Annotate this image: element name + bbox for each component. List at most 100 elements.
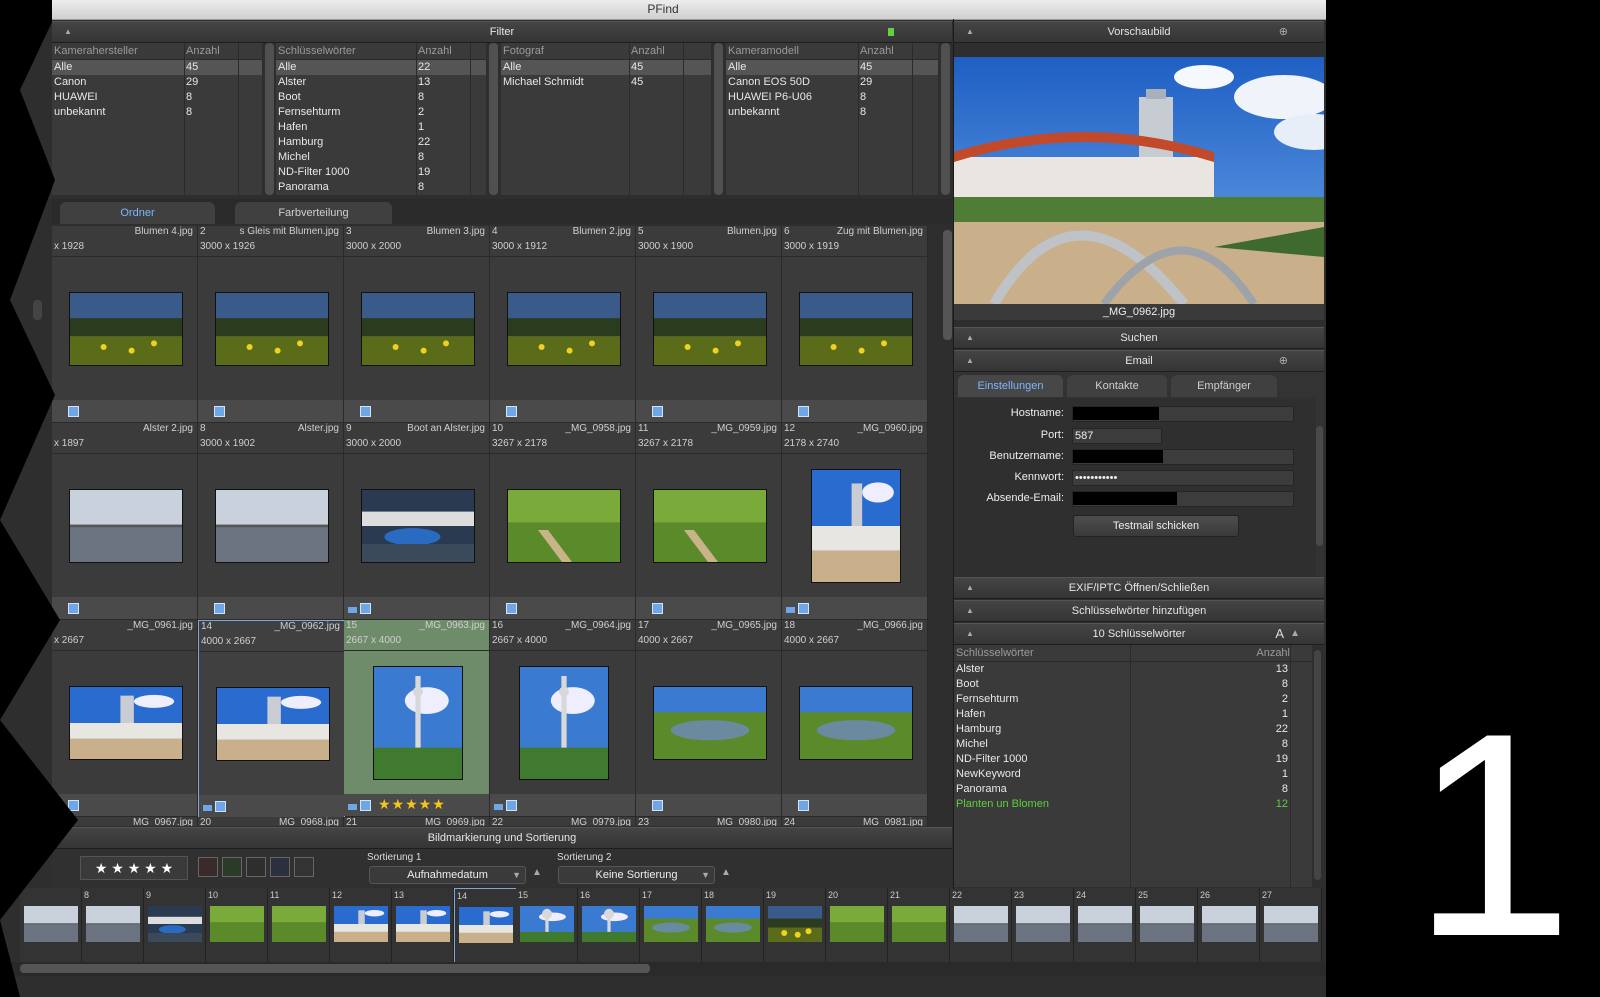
sort-up-icon[interactable]: ▲ xyxy=(1290,624,1300,644)
marking-header[interactable]: Bildmarkierung und Sortierung xyxy=(52,827,952,849)
table-row[interactable]: Boot 8 xyxy=(276,90,486,105)
thumbnail-image[interactable] xyxy=(653,489,767,570)
thumbnail-cell[interactable]: 3 Blumen 3.jpg 3000 x 2000 xyxy=(344,226,490,422)
filmstrip-item[interactable]: 15 xyxy=(516,888,578,962)
column-header[interactable]: Anzahl xyxy=(186,43,220,59)
filmstrip-item[interactable]: 18 xyxy=(702,888,764,962)
sort2-select[interactable]: Keine Sortierung ▼ xyxy=(558,866,715,884)
thumbnail-image[interactable] xyxy=(799,292,913,366)
column-header[interactable]: Kameramodell xyxy=(728,43,799,59)
username-field[interactable] xyxy=(1072,449,1294,465)
tab-email-recipients[interactable]: Empfänger xyxy=(1171,375,1277,397)
add-icon[interactable]: ⊕ xyxy=(1279,22,1288,42)
thumbnail-image[interactable] xyxy=(361,489,475,563)
checkbox-icon[interactable] xyxy=(652,800,663,811)
table-row[interactable]: HUAWEI P6-U06 8 xyxy=(726,90,938,105)
color-label-swatch[interactable] xyxy=(294,857,314,877)
collapse-arrow-icon[interactable]: ▲ xyxy=(966,351,974,371)
thumbnail-image[interactable] xyxy=(69,292,183,366)
filter-scrollbar[interactable] xyxy=(941,43,950,195)
table-row[interactable]: Michel 8 xyxy=(276,150,486,165)
exif-header[interactable]: ▲ EXIF/IPTC Öffnen/Schließen xyxy=(954,577,1324,599)
column-header[interactable]: Anzahl xyxy=(631,43,665,59)
checkbox-icon[interactable] xyxy=(506,800,517,811)
checkbox-icon[interactable] xyxy=(360,406,371,417)
checkbox-icon[interactable] xyxy=(506,406,517,417)
checkbox-icon[interactable] xyxy=(652,603,663,614)
checkbox-icon[interactable] xyxy=(215,801,226,812)
sort1-select[interactable]: Aufnahmedatum ▼ xyxy=(369,866,526,884)
password-field[interactable]: ••••••••••• xyxy=(1072,470,1294,486)
thumbnail-image[interactable] xyxy=(653,292,767,366)
checkbox-icon[interactable] xyxy=(798,406,809,417)
collapse-arrow-icon[interactable]: ▲ xyxy=(966,578,974,598)
column-header[interactable]: Schlüsselwörter xyxy=(956,645,1034,661)
thumbnail-cell[interactable]: 23 _MG_0980.jpg xyxy=(636,817,782,826)
checkbox-icon[interactable] xyxy=(652,406,663,417)
email-header[interactable]: ▲ Email ⊕ xyxy=(954,350,1324,372)
table-row[interactable]: Fernsehturm 2 xyxy=(276,105,486,120)
table-row[interactable]: Panorama 8 xyxy=(954,782,1312,797)
filmstrip-item[interactable]: 27 xyxy=(1260,888,1322,962)
tab-folder[interactable]: Ordner xyxy=(60,202,215,224)
sender-email-field[interactable] xyxy=(1072,491,1294,507)
column-header[interactable]: Anzahl xyxy=(418,43,452,59)
keywords-scrollbar[interactable] xyxy=(1314,650,1321,880)
table-row[interactable]: Michel 8 xyxy=(954,737,1312,752)
table-row[interactable]: Canon EOS 50D 29 xyxy=(726,75,938,90)
filmstrip-item[interactable]: 19 xyxy=(764,888,826,962)
tab-color-distribution[interactable]: Farbverteilung xyxy=(235,202,392,224)
table-row[interactable]: Alle 45 xyxy=(501,60,711,75)
filmstrip-item[interactable]: 13 xyxy=(392,888,454,962)
thumbnail-image[interactable] xyxy=(373,666,463,780)
port-field[interactable]: 587 xyxy=(1072,428,1162,444)
add-keywords-header[interactable]: ▲ Schlüsselwörter hinzufügen xyxy=(954,600,1324,622)
color-label-swatch[interactable] xyxy=(222,857,242,877)
checkbox-icon[interactable] xyxy=(360,603,371,614)
thumbnail-image[interactable] xyxy=(215,489,329,563)
filmstrip-item[interactable]: 24 xyxy=(1074,888,1136,962)
thumbnail-image[interactable] xyxy=(69,686,183,760)
table-row[interactable]: Alle 45 xyxy=(52,60,262,75)
filter-scrollbar[interactable] xyxy=(489,43,498,195)
table-header[interactable]: Schlüsselwörter Anzahl xyxy=(954,645,1312,662)
color-label-swatch[interactable] xyxy=(270,857,290,877)
table-row[interactable]: HUAWEI 8 xyxy=(52,90,262,105)
filmstrip-item[interactable]: 22 xyxy=(950,888,1012,962)
sort1-direction-icon[interactable]: ▲ xyxy=(532,867,542,878)
collapse-arrow-icon[interactable]: ▲ xyxy=(966,328,974,348)
thumbnail-cell[interactable]: 16 _MG_0964.jpg 2667 x 4000 xyxy=(490,620,636,816)
send-test-mail-button[interactable]: Testmail schicken xyxy=(1073,515,1239,537)
collapse-arrow-icon[interactable]: ▲ xyxy=(966,624,974,644)
column-header[interactable]: Fotograf xyxy=(503,43,544,59)
filmstrip-item[interactable]: 21 xyxy=(888,888,962,986)
table-header[interactable]: Kameramodell Anzahl xyxy=(726,43,938,60)
filmstrip-item[interactable]: 9 xyxy=(144,888,206,962)
thumbnail-cell[interactable]: 5 Blumen.jpg 3000 x 1900 xyxy=(636,226,782,422)
table-row[interactable]: unbekannt 8 xyxy=(52,105,262,120)
thumbnail-cell[interactable]: 14 _MG_0962.jpg 4000 x 2667 xyxy=(198,620,345,818)
filmstrip-item[interactable]: 20 xyxy=(826,888,900,986)
checkbox-icon[interactable] xyxy=(214,406,225,417)
thumbnail-cell[interactable]: 18 _MG_0966.jpg 4000 x 2667 xyxy=(782,620,928,816)
thumbnail-cell[interactable]: 21 _MG_0969.jpg xyxy=(344,817,490,826)
thumbnail-image[interactable] xyxy=(799,686,913,760)
add-icon[interactable]: ⊕ xyxy=(1279,351,1288,371)
thumbnail-cell[interactable]: 10 _MG_0958.jpg 3267 x 2178 xyxy=(490,423,636,619)
thumbnail-cell[interactable]: 4 Blumen 2.jpg 3000 x 1912 xyxy=(490,226,636,422)
filmstrip-item[interactable]: 12 xyxy=(330,888,392,962)
table-row[interactable]: Alster 13 xyxy=(276,75,486,90)
thumbnail-cell[interactable]: 2 s Gleis mit Blumen.jpg 3000 x 1926 xyxy=(198,226,344,422)
filmstrip-item[interactable]: 17 xyxy=(640,888,702,962)
table-row[interactable]: Alster 13 xyxy=(954,662,1312,677)
table-header[interactable]: Kamerahersteller Anzahl xyxy=(52,43,262,60)
table-row[interactable]: Michael Schmidt 45 xyxy=(501,75,711,90)
collapse-arrow-icon[interactable]: ▲ xyxy=(966,601,974,621)
email-scrollbar[interactable] xyxy=(1316,426,1323,546)
color-label-swatch[interactable] xyxy=(198,857,218,877)
thumbnail-cell[interactable]: 6 Zug mit Blumen.jpg 3000 x 1919 xyxy=(782,226,928,422)
checkbox-icon[interactable] xyxy=(506,603,517,614)
checkbox-icon[interactable] xyxy=(214,603,225,614)
table-row[interactable]: Boot 8 xyxy=(954,677,1312,692)
thumbnail-cell[interactable]: 24 _MG_0981.jpg xyxy=(782,817,928,826)
